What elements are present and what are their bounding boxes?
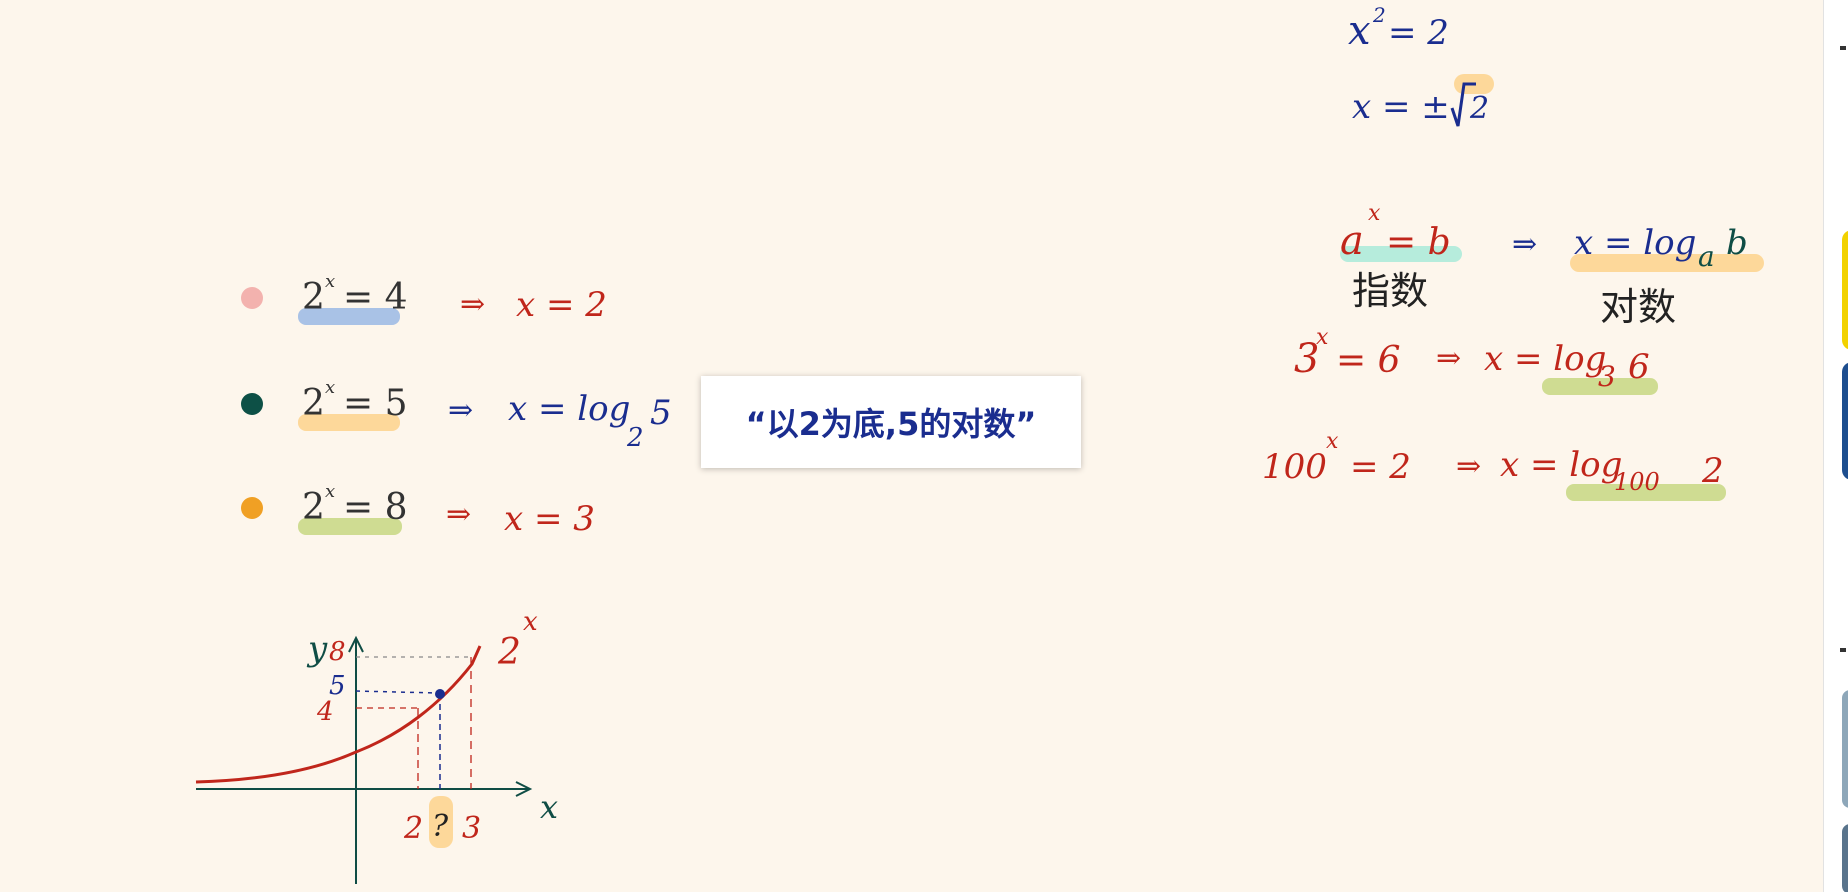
ex2-rhs-sub: 100 [1614, 468, 1660, 496]
sidebar-thumbnail[interactable] [1842, 690, 1848, 808]
result: x = 2 [516, 285, 607, 325]
sidebar-tab-yellow[interactable] [1842, 230, 1848, 350]
eq-rhs: = 8 [343, 487, 408, 528]
ex2-arrow: ⇒ [1456, 449, 1481, 484]
ex2-rhs: x = log [1500, 445, 1622, 485]
eq-lhs: 2 [302, 383, 325, 424]
note-definition: a x = b ⇒ x = log a b 指数 对数 [1340, 201, 1764, 329]
x-tick-question: ? [432, 809, 449, 844]
x-axis-label: x [540, 788, 558, 826]
note-example-2: 100 x = 2 ⇒ x = log 100 2 [1262, 429, 1726, 501]
equation-row-1: 2 x = 4 ⇒ x = 2 [241, 271, 607, 325]
sidebar-marker [1840, 46, 1846, 50]
bullet-orange [241, 497, 263, 519]
ex2-exp: x [1326, 429, 1339, 454]
y-tick-4: 4 [316, 697, 334, 727]
bullet-green [241, 393, 263, 415]
ex1-rhs-end: 6 [1628, 347, 1650, 387]
ex1-rhs-sub: 3 [1598, 360, 1616, 393]
arrow: ⇒ [448, 393, 473, 428]
subtitle-caption: “以2为底,5的对数” [701, 376, 1081, 468]
curve-label: 2 [497, 632, 521, 673]
sidebar-thumbnail[interactable] [1842, 824, 1848, 892]
x-tick-2: 2 [403, 811, 423, 846]
eq-exp: x [325, 271, 335, 292]
ex1-rhs: x = log [1484, 339, 1606, 379]
curve-label-exp: x [523, 607, 538, 637]
def-rhs: x = log [1574, 223, 1696, 263]
equation-row-2: 2 x = 5 ⇒ x = log 2 5 [241, 377, 672, 453]
def-rhs-end: b [1726, 223, 1748, 263]
label-logarithm: 对数 [1600, 285, 1676, 329]
x-tick-3: 3 [462, 811, 481, 846]
def-arrow: ⇒ [1512, 227, 1537, 262]
guide-y5 [355, 690, 439, 694]
result: x = 3 [504, 499, 595, 539]
result: x = log [508, 389, 630, 429]
note-square-equation: x 2 = 2 [1348, 3, 1449, 54]
eq-rhs: = 5 [343, 383, 408, 424]
eq-rhs: = 4 [343, 277, 408, 318]
ex2-base: 100 [1262, 447, 1327, 487]
result-sub: 2 [626, 423, 644, 453]
def-rhs-sub: a [1698, 240, 1715, 273]
note-base: x [1348, 8, 1371, 54]
note-root-value: 2 [1469, 91, 1489, 126]
sidebar-tab-blue[interactable] [1842, 362, 1848, 480]
label-exponent: 指数 [1352, 269, 1428, 313]
def-exp: x [1368, 201, 1381, 226]
def-eq: = b [1386, 222, 1451, 263]
def-base: a [1340, 218, 1364, 264]
y-tick-8: 8 [329, 637, 346, 667]
intersection-point [435, 689, 445, 699]
note-text: x = ± [1352, 87, 1450, 127]
equation-row-3: 2 x = 8 ⇒ x = 3 [241, 481, 595, 539]
ex1-eq: = 6 [1336, 340, 1401, 381]
sidebar-marker [1840, 648, 1846, 652]
ex1-arrow: ⇒ [1436, 341, 1461, 376]
note-root-solution: x = ± 2 [1352, 74, 1494, 127]
note-rhs: = 2 [1388, 13, 1449, 53]
bullet-pink [241, 287, 263, 309]
eq-lhs: 2 [302, 277, 325, 318]
right-sidebar [1823, 0, 1848, 892]
exponential-graph: 2 x y x 8 5 4 2 ? 3 [195, 607, 558, 884]
eq-exp: x [325, 481, 335, 502]
y-axis-label: y [306, 629, 328, 669]
result-end: 5 [650, 393, 672, 433]
eq-lhs: 2 [302, 487, 325, 528]
note-exp: 2 [1372, 3, 1386, 27]
eq-exp: x [325, 377, 335, 398]
ex1-exp: x [1316, 325, 1329, 350]
ex2-rhs-end: 2 [1701, 451, 1724, 491]
note-example-1: 3 x = 6 ⇒ x = log 3 6 [1294, 325, 1658, 395]
arrow: ⇒ [446, 497, 471, 532]
ex2-eq: = 2 [1350, 447, 1411, 487]
arrow: ⇒ [460, 287, 485, 322]
